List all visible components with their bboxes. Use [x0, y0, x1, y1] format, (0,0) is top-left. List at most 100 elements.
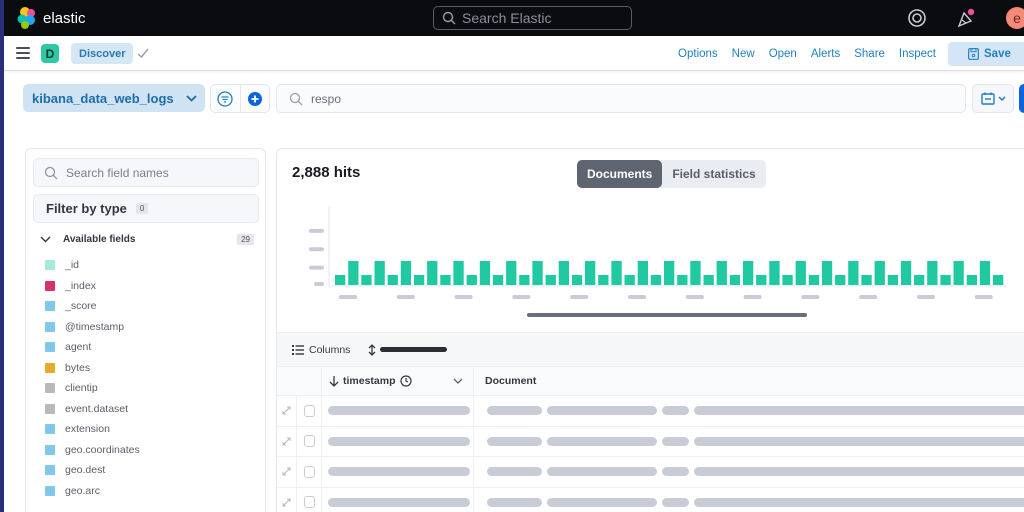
expand-row-button[interactable]	[277, 487, 297, 512]
timestamp-cell	[322, 396, 474, 426]
available-fields-count: 29	[237, 233, 254, 245]
date-picker-button[interactable]	[972, 84, 1014, 113]
histogram-bar	[953, 261, 964, 285]
table-row[interactable]	[277, 487, 1024, 512]
global-search-placeholder: Search Elastic	[462, 10, 552, 26]
field-item[interactable]: @timestamp	[45, 317, 255, 338]
x-tick-label	[917, 295, 935, 299]
histogram-bar	[861, 275, 872, 285]
x-tick-label	[859, 295, 878, 299]
histogram-bar	[848, 261, 859, 285]
histogram-bar	[900, 261, 912, 285]
histogram-bar	[966, 275, 977, 285]
user-avatar[interactable]: e	[1006, 7, 1024, 29]
x-tick-label	[512, 295, 531, 299]
filter-by-type-button[interactable]: Filter by type 0	[33, 194, 259, 223]
field-item[interactable]: geo.dest	[45, 460, 255, 481]
options-link[interactable]: Options	[678, 48, 718, 60]
menu-icon[interactable]	[16, 47, 30, 59]
available-fields-toggle[interactable]: Available fields 29	[40, 231, 254, 247]
field-item[interactable]: extension	[45, 419, 255, 440]
table-row[interactable]	[277, 396, 1024, 427]
column-header-document[interactable]: Document	[474, 367, 1024, 395]
field-item[interactable]: agent	[45, 337, 255, 358]
column-header-timestamp[interactable]: timestamp	[322, 367, 474, 395]
field-item[interactable]: _score	[45, 296, 255, 317]
expand-row-button[interactable]	[277, 426, 297, 456]
field-type-icon	[45, 465, 55, 476]
histogram-bar	[637, 261, 648, 285]
field-type-icon	[45, 362, 55, 373]
x-tick-label	[339, 295, 357, 299]
row-density-button[interactable]	[368, 343, 448, 356]
field-name: geo.dest	[65, 464, 106, 477]
new-link[interactable]: New	[732, 48, 755, 60]
row-checkbox[interactable]	[297, 396, 322, 426]
expand-icon	[282, 437, 291, 446]
refresh-button[interactable]	[1019, 84, 1024, 113]
tab-documents[interactable]: Documents	[577, 160, 663, 188]
histogram-bar	[532, 261, 543, 285]
row-checkbox[interactable]	[297, 426, 322, 456]
field-type-icon	[45, 424, 55, 435]
y-tick-label	[309, 247, 324, 252]
row-checkbox[interactable]	[297, 487, 322, 512]
breadcrumb-discover[interactable]: Discover	[71, 43, 134, 64]
inspect-link[interactable]: Inspect	[899, 48, 936, 60]
grid-toolbar: Columns	[277, 332, 1024, 366]
expand-icon	[282, 498, 291, 507]
row-checkbox[interactable]	[297, 457, 322, 487]
histogram-bar	[769, 261, 780, 285]
elastic-logo[interactable]: elastic	[16, 6, 86, 30]
expand-row-button[interactable]	[277, 396, 297, 426]
table-row[interactable]	[277, 426, 1024, 457]
field-item[interactable]: clientip	[45, 378, 255, 399]
chart-scrollbar	[527, 313, 807, 317]
view-mode-tabs: Documents Field statistics	[577, 160, 766, 188]
tab-field-statistics[interactable]: Field statistics	[662, 160, 765, 188]
save-icon	[968, 48, 979, 60]
alerts-link[interactable]: Alerts	[811, 48, 840, 60]
table-row[interactable]	[277, 457, 1024, 488]
field-item[interactable]: geo.coordinates	[45, 440, 255, 461]
save-button[interactable]: Save	[948, 42, 1024, 66]
grid-header: timestamp Document	[277, 366, 1024, 396]
logo-text: elastic	[43, 9, 86, 27]
data-view-picker[interactable]: kibana_data_web_logs	[23, 84, 205, 112]
timestamp-cell	[322, 487, 474, 512]
columns-button[interactable]: Columns	[292, 344, 350, 356]
add-filter-button[interactable]	[239, 85, 270, 112]
histogram-bar	[400, 261, 412, 285]
open-link[interactable]: Open	[769, 48, 797, 60]
share-link[interactable]: Share	[854, 48, 885, 60]
histogram-bar	[545, 275, 556, 285]
field-item[interactable]: _id	[45, 255, 255, 276]
document-cell	[474, 497, 1024, 507]
query-input[interactable]: respo	[276, 84, 966, 113]
chevron-down-icon[interactable]	[453, 378, 463, 384]
plus-circle-icon	[247, 91, 262, 106]
histogram-bar	[940, 275, 951, 285]
newsfeed-icon[interactable]	[956, 8, 976, 28]
help-icon[interactable]	[907, 8, 927, 28]
field-name: extension	[65, 423, 110, 436]
field-item[interactable]: geo.arc	[45, 481, 255, 502]
histogram-bar	[427, 261, 438, 285]
field-item[interactable]: event.dataset	[45, 399, 255, 420]
field-item[interactable]: bytes	[45, 358, 255, 379]
document-cell	[474, 406, 1024, 416]
field-search-input[interactable]: Search field names	[33, 158, 259, 187]
clock-icon	[399, 375, 412, 387]
histogram-bar	[782, 275, 793, 285]
expand-row-button[interactable]	[277, 457, 297, 487]
filter-menu-button[interactable]	[211, 85, 240, 112]
histogram-bar	[361, 275, 372, 285]
histogram-bar	[887, 275, 898, 285]
available-fields-label: Available fields	[63, 233, 136, 245]
space-avatar[interactable]: D	[41, 44, 59, 63]
x-tick-label	[396, 295, 415, 299]
field-item[interactable]: _index	[45, 276, 255, 297]
document-placeholder	[662, 467, 689, 477]
global-search-input[interactable]: Search Elastic	[433, 6, 632, 30]
x-tick-label	[801, 295, 820, 299]
